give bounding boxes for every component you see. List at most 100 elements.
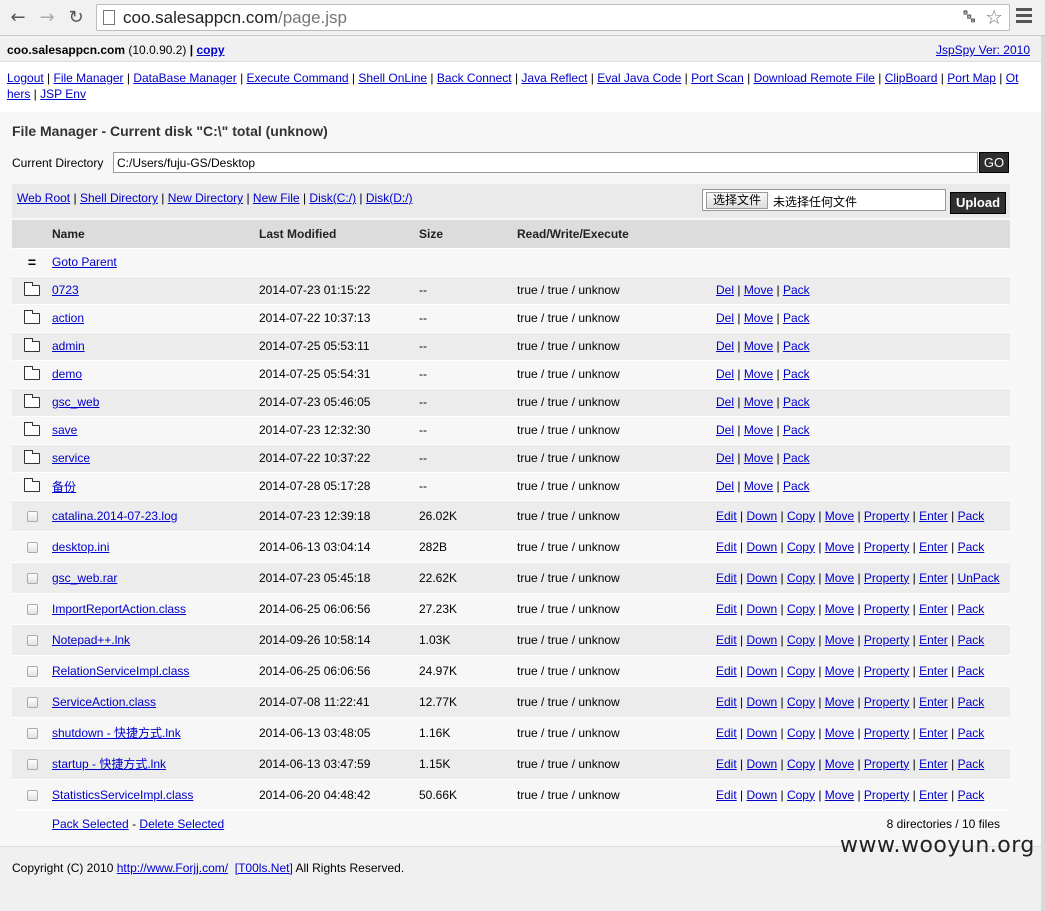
- enter-link[interactable]: Enter: [919, 695, 948, 709]
- down-link[interactable]: Down: [746, 664, 777, 678]
- file-name-link[interactable]: gsc_web.rar: [52, 571, 117, 585]
- del-link[interactable]: Del: [716, 311, 734, 325]
- nav-link-eval-java-code[interactable]: Eval Java Code: [597, 71, 681, 85]
- move-link[interactable]: Move: [825, 540, 854, 554]
- move-link[interactable]: Move: [744, 451, 773, 465]
- move-link[interactable]: Move: [825, 571, 854, 585]
- enter-link[interactable]: Enter: [919, 602, 948, 616]
- move-link[interactable]: Move: [825, 664, 854, 678]
- enter-link[interactable]: Enter: [919, 757, 948, 771]
- file-select-checkbox[interactable]: [26, 789, 38, 801]
- file-upload-input[interactable]: 选择文件 未选择任何文件: [702, 189, 946, 211]
- copy-link[interactable]: Copy: [787, 788, 815, 802]
- pack-link[interactable]: Pack: [783, 479, 810, 493]
- pack-link[interactable]: Pack: [958, 726, 985, 740]
- file-name-link[interactable]: ServiceAction.class: [52, 695, 156, 709]
- star-icon[interactable]: ☆: [985, 5, 1003, 29]
- file-name-link[interactable]: ImportReportAction.class: [52, 602, 186, 616]
- pack-link[interactable]: Pack: [958, 664, 985, 678]
- down-link[interactable]: Down: [746, 695, 777, 709]
- pack-link[interactable]: Pack: [783, 283, 810, 297]
- reload-icon[interactable]: ↻: [65, 7, 87, 29]
- copy-link[interactable]: Copy: [787, 540, 815, 554]
- version-link[interactable]: JspSpy Ver: 2010: [936, 43, 1030, 57]
- directory-name-link[interactable]: gsc_web: [52, 395, 99, 409]
- enter-link[interactable]: Enter: [919, 509, 948, 523]
- back-arrow-icon[interactable]: ←: [7, 7, 29, 29]
- del-link[interactable]: Del: [716, 367, 734, 381]
- directory-name-link[interactable]: save: [52, 423, 77, 437]
- go-button[interactable]: GO: [979, 152, 1009, 173]
- del-link[interactable]: Del: [716, 451, 734, 465]
- directory-name-link[interactable]: service: [52, 451, 90, 465]
- property-link[interactable]: Property: [864, 540, 909, 554]
- nav-link-back-connect[interactable]: Back Connect: [437, 71, 512, 85]
- file-select-checkbox[interactable]: [26, 634, 38, 646]
- property-link[interactable]: Property: [864, 602, 909, 616]
- file-select-checkbox[interactable]: [26, 541, 38, 553]
- copy-link[interactable]: Copy: [787, 633, 815, 647]
- down-link[interactable]: Down: [746, 571, 777, 585]
- edit-link[interactable]: Edit: [716, 695, 737, 709]
- property-link[interactable]: Property: [864, 757, 909, 771]
- move-link[interactable]: Move: [825, 788, 854, 802]
- hamburger-menu-icon[interactable]: [1016, 8, 1032, 26]
- move-link[interactable]: Move: [825, 602, 854, 616]
- edit-link[interactable]: Edit: [716, 602, 737, 616]
- copy-link[interactable]: Copy: [787, 726, 815, 740]
- edit-link[interactable]: Edit: [716, 664, 737, 678]
- edit-link[interactable]: Edit: [716, 540, 737, 554]
- copy-link[interactable]: Copy: [787, 509, 815, 523]
- pack-link[interactable]: Pack: [958, 602, 985, 616]
- file-select-checkbox[interactable]: [26, 727, 38, 739]
- quick-link-disk-c[interactable]: Disk(C:/): [309, 191, 356, 205]
- down-link[interactable]: Down: [746, 788, 777, 802]
- move-link[interactable]: Move: [825, 695, 854, 709]
- move-link[interactable]: Move: [744, 479, 773, 493]
- quick-link-web-root[interactable]: Web Root: [17, 191, 70, 205]
- nav-link-file-manager[interactable]: File Manager: [54, 71, 124, 85]
- copy-link[interactable]: Copy: [787, 602, 815, 616]
- property-link[interactable]: Property: [864, 571, 909, 585]
- quick-link-new-directory[interactable]: New Directory: [168, 191, 243, 205]
- pack-link[interactable]: Pack: [958, 757, 985, 771]
- enter-link[interactable]: Enter: [919, 540, 948, 554]
- enter-link[interactable]: Enter: [919, 788, 948, 802]
- nav-link-execute-command[interactable]: Execute Command: [247, 71, 349, 85]
- pack-link[interactable]: Pack: [783, 451, 810, 465]
- property-link[interactable]: Property: [864, 509, 909, 523]
- quick-link-disk-d[interactable]: Disk(D:/): [366, 191, 413, 205]
- file-name-link[interactable]: StatisticsServiceImpl.class: [52, 788, 193, 802]
- current-directory-input[interactable]: C:/Users/fuju-GS/Desktop: [113, 152, 978, 173]
- delete-selected-link[interactable]: Delete Selected: [139, 817, 224, 831]
- choose-file-button[interactable]: 选择文件: [706, 192, 769, 209]
- file-select-checkbox[interactable]: [26, 665, 38, 677]
- pack-link[interactable]: Pack: [783, 423, 810, 437]
- file-select-checkbox[interactable]: [26, 572, 38, 584]
- copy-link[interactable]: copy: [196, 43, 224, 57]
- forjj-link[interactable]: http://www.Forjj.com/: [117, 861, 228, 875]
- edit-link[interactable]: Edit: [716, 757, 737, 771]
- nav-link-shell-online[interactable]: Shell OnLine: [358, 71, 427, 85]
- file-select-checkbox[interactable]: [26, 510, 38, 522]
- edit-link[interactable]: Edit: [716, 571, 737, 585]
- edit-link[interactable]: Edit: [716, 726, 737, 740]
- edit-link[interactable]: Edit: [716, 788, 737, 802]
- copy-link[interactable]: Copy: [787, 664, 815, 678]
- property-link[interactable]: Property: [864, 633, 909, 647]
- pack-link[interactable]: Pack: [783, 367, 810, 381]
- down-link[interactable]: Down: [746, 602, 777, 616]
- edit-link[interactable]: Edit: [716, 509, 737, 523]
- pack-link[interactable]: Pack: [783, 311, 810, 325]
- directory-name-link[interactable]: 0723: [52, 283, 79, 297]
- property-link[interactable]: Property: [864, 664, 909, 678]
- directory-name-link[interactable]: admin: [52, 339, 85, 353]
- address-bar[interactable]: coo.salesappcn.com/page.jsp 🔤︎ ☆: [96, 4, 1010, 31]
- pack-link[interactable]: Pack: [958, 788, 985, 802]
- down-link[interactable]: Down: [746, 726, 777, 740]
- enter-link[interactable]: Enter: [919, 664, 948, 678]
- move-link[interactable]: Move: [744, 395, 773, 409]
- move-link[interactable]: Move: [744, 339, 773, 353]
- pack-link[interactable]: Pack: [958, 509, 985, 523]
- t00ls-link[interactable]: [T00ls.Net]: [235, 861, 293, 875]
